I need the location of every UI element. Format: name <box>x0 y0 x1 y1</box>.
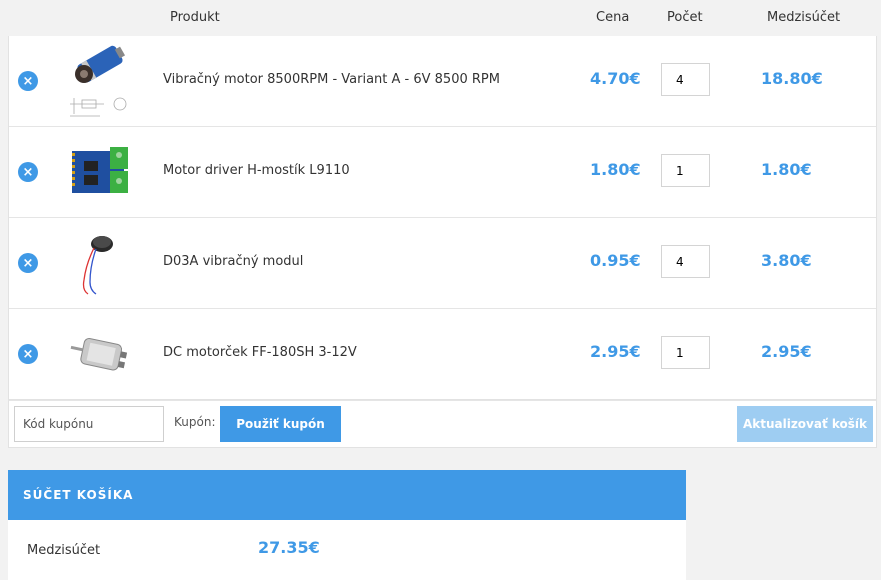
apply-coupon-button[interactable]: Použiť kupón <box>220 406 341 442</box>
remove-item-button[interactable]: × <box>18 253 38 273</box>
cart-row: × Motor driver H-mostík L9110 1.80€ 1.80… <box>9 126 876 217</box>
product-price: 1.80€ <box>590 160 641 179</box>
remove-item-button[interactable]: × <box>18 71 38 91</box>
header-product: Produkt <box>170 10 220 25</box>
cart-totals-body: Medzisúčet 27.35€ <box>8 520 686 580</box>
close-icon: × <box>22 164 34 180</box>
product-price: 2.95€ <box>590 342 641 361</box>
subtotal-label: Medzisúčet <box>27 543 101 558</box>
cart-rows: × Vibračný motor 8500RPM - Variant A - 6… <box>8 36 877 400</box>
header-subtotal: Medzisúčet <box>767 10 841 25</box>
coin-vibration-module-image[interactable] <box>64 224 136 302</box>
product-name-link[interactable]: DC motorček FF-180SH 3-12V <box>163 345 357 360</box>
cart-totals-title: SÚČET KOŠÍKA <box>8 470 686 520</box>
remove-item-button[interactable]: × <box>18 162 38 182</box>
dc-motor-image[interactable] <box>64 315 136 393</box>
cart-table: Produkt Cena Počet Medzisúčet × Vibračný… <box>8 0 877 448</box>
vibration-motor-image[interactable] <box>64 42 136 120</box>
close-icon: × <box>22 73 34 89</box>
product-name-link[interactable]: Vibračný motor 8500RPM - Variant A - 6V … <box>163 72 500 87</box>
quantity-input[interactable] <box>661 245 710 278</box>
coupon-label: Kupón: <box>174 415 216 429</box>
close-icon: × <box>22 255 34 271</box>
header-quantity: Počet <box>667 10 703 25</box>
cart-row: × DC motorček FF-180SH 3-12V 2.95€ 2.95€ <box>9 308 876 399</box>
subtotal-value: 27.35€ <box>258 538 320 557</box>
product-name-link[interactable]: Motor driver H-mostík L9110 <box>163 163 350 178</box>
product-name-link[interactable]: D03A vibračný modul <box>163 254 303 269</box>
cart-totals: SÚČET KOŠÍKA Medzisúčet 27.35€ <box>8 470 686 580</box>
remove-item-button[interactable]: × <box>18 344 38 364</box>
close-icon: × <box>22 346 34 362</box>
quantity-input[interactable] <box>661 63 710 96</box>
cart-row: × Vibračný motor 8500RPM - Variant A - 6… <box>9 36 876 126</box>
product-subtotal: 18.80€ <box>761 69 823 88</box>
update-cart-button[interactable]: Aktualizovať košík <box>737 406 873 442</box>
cart-table-header: Produkt Cena Počet Medzisúčet <box>8 0 877 36</box>
quantity-input[interactable] <box>661 154 710 187</box>
product-price: 0.95€ <box>590 251 641 270</box>
quantity-input[interactable] <box>661 336 710 369</box>
product-subtotal: 2.95€ <box>761 342 812 361</box>
cart-actions: Kupón: Použiť kupón Aktualizovať košík <box>8 400 877 448</box>
product-subtotal: 1.80€ <box>761 160 812 179</box>
header-price: Cena <box>596 10 630 25</box>
product-subtotal: 3.80€ <box>761 251 812 270</box>
coupon-code-input[interactable] <box>14 406 164 442</box>
product-price: 4.70€ <box>590 69 641 88</box>
motor-driver-board-image[interactable] <box>64 133 136 211</box>
cart-row: × D03A vibračný modul 0.95€ 3.80€ <box>9 217 876 308</box>
